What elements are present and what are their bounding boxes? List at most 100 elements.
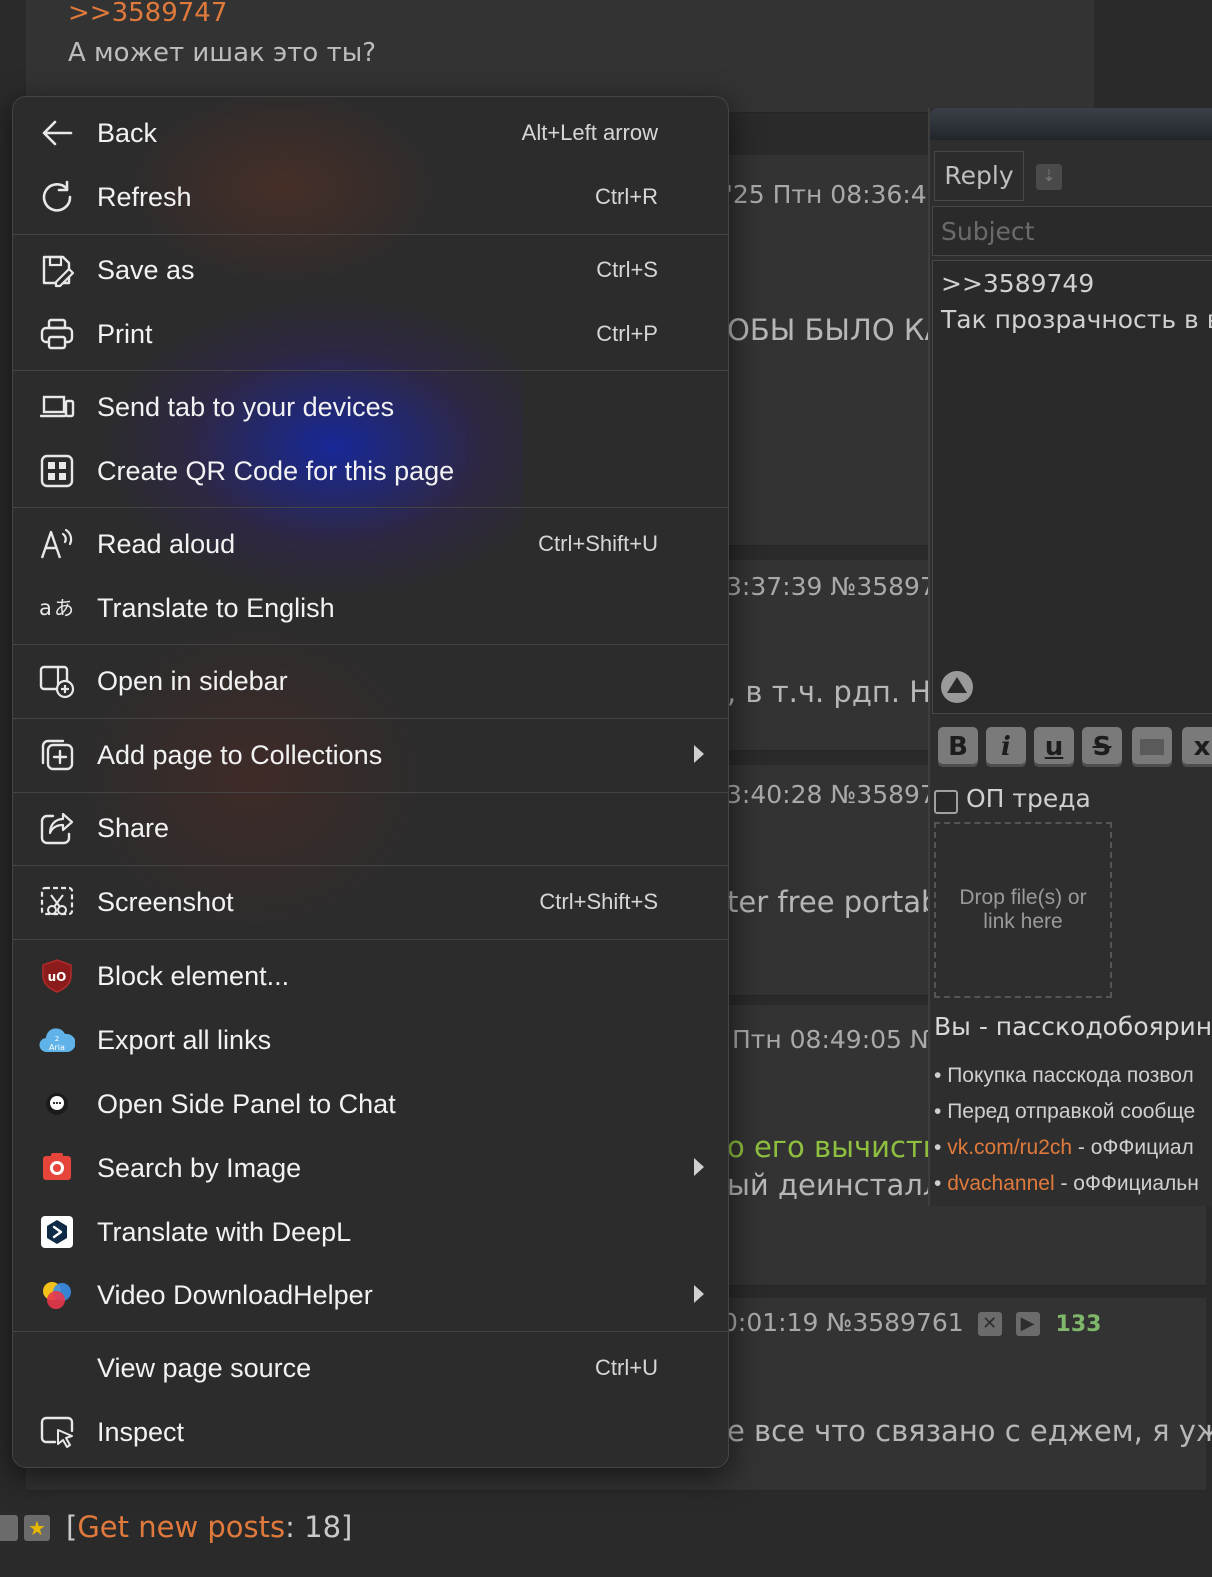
menu-separator <box>13 792 728 793</box>
menu-item-search-by-image[interactable]: Search by Image <box>13 1136 728 1200</box>
menu-item-label: Search by Image <box>97 1153 302 1183</box>
menu-separator <box>13 939 728 940</box>
screenshot-icon <box>39 884 75 920</box>
hide-post-icon[interactable]: ✕ <box>977 1312 1002 1336</box>
svg-text:a: a <box>39 596 52 620</box>
inspect-icon <box>39 1414 75 1450</box>
menu-separator <box>13 644 728 645</box>
strike-button[interactable]: S <box>1082 727 1122 767</box>
menu-item-send-tab[interactable]: Send tab to your devices <box>13 375 728 439</box>
menu-item-refresh[interactable]: Refresh Ctrl+R <box>13 165 728 229</box>
menu-item-inspect[interactable]: Inspect <box>13 1400 728 1464</box>
spoiler-button[interactable] <box>1132 727 1172 767</box>
op-checkbox[interactable] <box>934 790 958 814</box>
translate-icon: aあ <box>39 590 75 626</box>
file-dropzone[interactable]: Drop file(s) or link here <box>934 822 1112 998</box>
play-icon[interactable]: ▶ <box>1015 1312 1040 1336</box>
menu-separator <box>13 507 728 508</box>
submenu-arrow-icon <box>694 1158 704 1176</box>
menu-item-label: Create QR Code for this page <box>97 456 455 486</box>
svg-text:あ: あ <box>54 596 74 620</box>
menu-item-label: Save as <box>97 255 195 285</box>
menu-item-label: Print <box>97 319 153 349</box>
menu-item-read-aloud[interactable]: Read aloud Ctrl+Shift+U <box>13 512 728 576</box>
menu-item-label: Screenshot <box>97 887 234 917</box>
menu-item-label: Read aloud <box>97 529 236 559</box>
menu-item-translate[interactable]: aあ Translate to English <box>13 576 728 640</box>
menu-separator <box>13 718 728 719</box>
sup-button[interactable]: x <box>1182 727 1212 767</box>
menu-item-shortcut: Ctrl+Shift+S <box>539 889 658 914</box>
post-meta: 0:01:19 №3589761 ✕ ▶ 133 <box>722 1308 1101 1337</box>
menu-item-share[interactable]: Share <box>13 796 728 860</box>
menu-item-label: Block element... <box>97 961 290 991</box>
menu-item-shortcut: Ctrl+P <box>596 321 658 346</box>
post-text: е все что связано с еджем, я уже <box>727 1414 1212 1448</box>
menu-item-label: Video DownloadHelper <box>97 1280 373 1310</box>
reply-panel: Reply ⇣ Subject >>3589749 Так прозрачнос… <box>928 108 1212 1206</box>
channel-link[interactable]: dvachannel <box>947 1172 1054 1195</box>
post-meta: 3:37:39 №358975 <box>726 572 952 601</box>
get-new-posts[interactable]: [Get new posts: 18] <box>66 1510 352 1544</box>
italic-button[interactable]: i <box>986 727 1026 767</box>
collections-icon <box>39 737 75 773</box>
info-line: • vk.com/ru2ch - оФФициал <box>934 1136 1194 1159</box>
menu-item-label: Open in sidebar <box>97 666 288 696</box>
greentext: о его вычистит <box>727 1130 959 1164</box>
post-meta: Птн 08:49:05 № <box>732 1025 936 1054</box>
menu-item-label: Refresh <box>97 182 192 212</box>
menu-item-open-chat-panel[interactable]: Open Side Panel to Chat <box>13 1072 728 1136</box>
menu-item-label: Back <box>97 118 158 148</box>
menu-item-translate-deepl[interactable]: Translate with DeepL <box>13 1200 728 1264</box>
submenu-arrow-icon <box>694 1285 704 1303</box>
menu-item-shortcut: Ctrl+Shift+U <box>538 531 658 556</box>
menu-item-label: Translate with DeepL <box>97 1217 352 1247</box>
menu-item-view-source[interactable]: View page source Ctrl+U <box>13 1336 728 1400</box>
menu-item-save-as[interactable]: Save as Ctrl+S <box>13 238 728 302</box>
menu-separator <box>13 370 728 371</box>
print-icon <box>39 316 75 352</box>
menu-item-open-in-sidebar[interactable]: Open in sidebar <box>13 649 728 713</box>
post-meta-text: 0:01:19 №3589761 <box>722 1308 964 1337</box>
chat-icon <box>39 1086 75 1122</box>
menu-separator <box>13 865 728 866</box>
star-icon[interactable]: ★ <box>24 1515 50 1541</box>
menu-item-print[interactable]: Print Ctrl+P <box>13 302 728 366</box>
collapse-icon[interactable]: ⇣ <box>1036 164 1062 190</box>
menu-item-shortcut: Ctrl+R <box>595 184 658 209</box>
context-menu: Back Alt+Left arrow Refresh Ctrl+R Save … <box>12 96 729 1468</box>
aria2-icon: 2 Aria <box>39 1022 75 1058</box>
post-text: , в т.ч. рдп. Не <box>727 675 949 709</box>
menu-item-shortcut: Ctrl+U <box>595 1355 658 1380</box>
menu-item-block-element[interactable]: uO Block element... <box>13 944 728 1008</box>
message-line: >>3589749 <box>941 269 1095 298</box>
drawing-icon[interactable] <box>939 669 975 705</box>
qr-code-icon <box>39 453 75 489</box>
post-meta: '25 Птн 08:36:45 <box>726 180 943 209</box>
menu-item-label: Inspect <box>97 1417 185 1447</box>
vk-link[interactable]: vk.com/ru2ch <box>947 1136 1072 1159</box>
reply-panel-header[interactable] <box>930 108 1212 140</box>
close-icon[interactable] <box>0 1515 18 1541</box>
message-textarea[interactable]: >>3589749 Так прозрачность в вы <box>932 260 1212 714</box>
post-meta: 3:40:28 №358975 <box>726 780 952 809</box>
menu-item-add-to-collections[interactable]: Add page to Collections <box>13 723 728 787</box>
menu-separator <box>13 234 728 235</box>
svg-text:2: 2 <box>55 1035 59 1043</box>
back-arrow-icon <box>39 115 75 151</box>
reply-tab[interactable]: Reply <box>934 151 1024 201</box>
menu-item-screenshot[interactable]: Screenshot Ctrl+Shift+S <box>13 870 728 934</box>
menu-item-label: View page source <box>97 1353 312 1383</box>
menu-item-qr-code[interactable]: Create QR Code for this page <box>13 439 728 503</box>
menu-item-shortcut: Ctrl+S <box>596 257 658 282</box>
save-as-icon <box>39 252 75 288</box>
menu-item-export-all-links[interactable]: 2 Aria Export all links <box>13 1008 728 1072</box>
menu-item-video-downloadhelper[interactable]: Video DownloadHelper <box>13 1263 728 1327</box>
dropzone-text: link here <box>983 910 1063 933</box>
read-aloud-icon <box>39 526 75 562</box>
underline-button[interactable]: u <box>1034 727 1074 767</box>
subject-input[interactable]: Subject <box>932 206 1212 256</box>
menu-item-back[interactable]: Back Alt+Left arrow <box>13 101 728 165</box>
bold-button[interactable]: B <box>938 727 978 767</box>
post-reply-link[interactable]: >>3589747 <box>68 0 227 28</box>
